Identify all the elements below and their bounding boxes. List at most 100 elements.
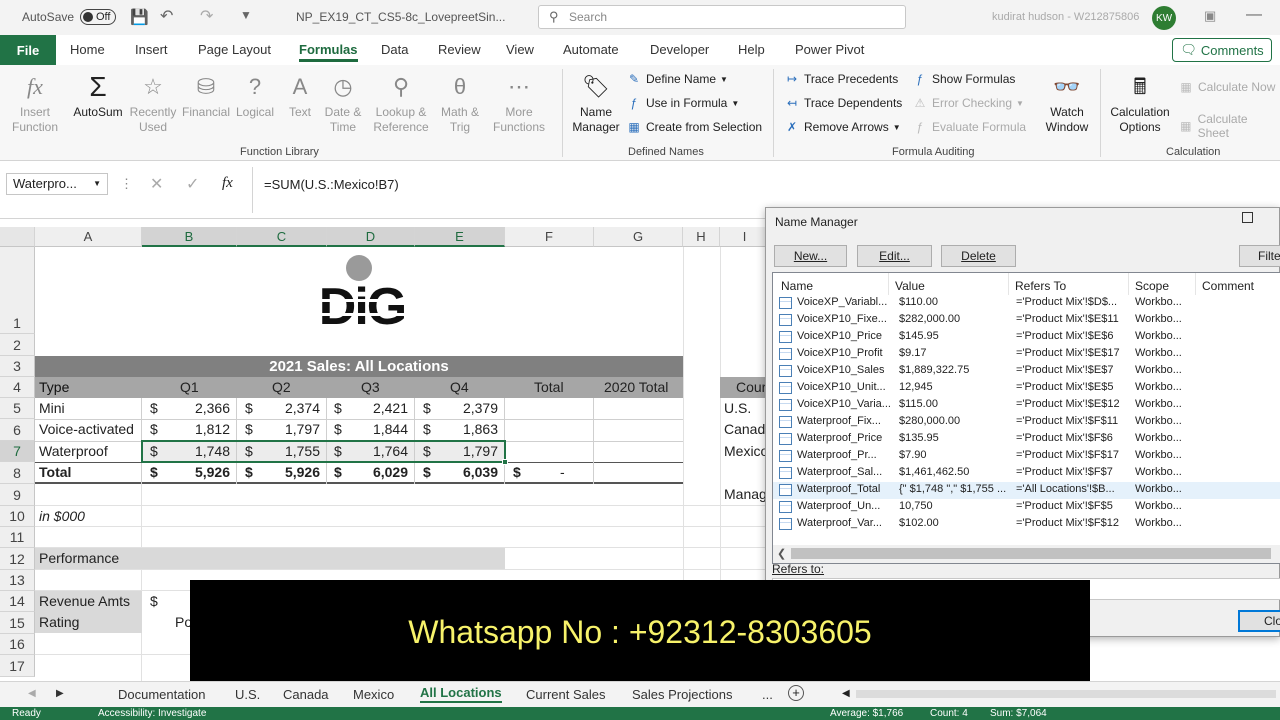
header-2020-total[interactable]: 2020 Total xyxy=(604,377,668,398)
trace-dependents-button[interactable]: ↤ Trace Dependents xyxy=(784,96,902,110)
enter-icon[interactable]: ✓ xyxy=(186,174,199,194)
row-header[interactable]: 15 xyxy=(0,612,35,634)
avatar[interactable]: KW xyxy=(1152,6,1176,30)
comments-button[interactable]: 🗨 Comments xyxy=(1172,38,1272,62)
row-header[interactable]: 12 xyxy=(0,548,35,570)
tab-formulas[interactable]: Formulas xyxy=(299,42,358,62)
sheet-tab-mexico[interactable]: Mexico xyxy=(353,687,394,702)
row-header[interactable]: 7 xyxy=(0,441,35,462)
select-all-corner[interactable] xyxy=(0,227,35,247)
ribbon-display-icon[interactable]: ▣ xyxy=(1204,8,1216,24)
search-input[interactable]: ⚲ Search xyxy=(538,5,906,29)
name-row[interactable]: Waterproof_Pr... $7.90 ='Product Mix'!$F$1… xyxy=(773,448,1280,465)
tab-developer[interactable]: Developer xyxy=(650,42,709,57)
side-cell[interactable]: Manag xyxy=(724,484,767,505)
column-header-b[interactable]: B xyxy=(142,227,237,247)
name-row[interactable]: Waterproof_Sal... $1,461,462.50 ='Product … xyxy=(773,465,1280,482)
tab-page-layout[interactable]: Page Layout xyxy=(198,42,271,57)
name-row[interactable]: VoiceXP10_Price $145.95 ='Product Mix'!$E$… xyxy=(773,329,1280,346)
row-header[interactable]: 2 xyxy=(0,334,35,356)
create-from-selection-button[interactable]: ▦ Create from Selection xyxy=(626,120,762,134)
customize-qat-icon[interactable]: ▼ xyxy=(240,8,252,22)
side-cell[interactable]: Canad xyxy=(724,419,765,440)
sheet-tab-us[interactable]: U.S. xyxy=(235,687,260,702)
show-formulas-button[interactable]: ƒ Show Formulas xyxy=(912,72,1016,86)
sheet-tab-all-locations[interactable]: All Locations xyxy=(420,685,502,703)
horizontal-scrollbar[interactable]: ❮ xyxy=(773,545,1280,563)
row-header[interactable]: 3 xyxy=(0,356,35,377)
insert-function-button[interactable]: fx Insert Function xyxy=(10,71,60,135)
row-header[interactable]: 13 xyxy=(0,570,35,591)
header-q1[interactable]: Q1 xyxy=(180,377,199,398)
define-name-button[interactable]: ✎ Define Name ▼ xyxy=(626,72,728,86)
column-header-c[interactable]: C xyxy=(237,227,327,247)
accessibility-status[interactable]: Accessibility: Investigate xyxy=(98,708,206,719)
total-cell[interactable]: 5,926 xyxy=(160,462,230,483)
undo-icon[interactable]: ↶ xyxy=(160,6,173,26)
name-box[interactable]: Waterpro... ▼ xyxy=(6,173,108,195)
financial-button[interactable]: ⛁ Financial xyxy=(180,71,232,120)
row-header[interactable]: 11 xyxy=(0,527,35,548)
row-header[interactable]: 5 xyxy=(0,398,35,419)
name-row[interactable]: VoiceXP10_Unit... 12,945 ='Product Mix'!$E… xyxy=(773,380,1280,397)
header-q3[interactable]: Q3 xyxy=(361,377,380,398)
fill-handle[interactable] xyxy=(502,459,508,465)
col-comment[interactable]: Comment xyxy=(1202,279,1254,293)
watch-window-button[interactable]: 👓 Watch Window xyxy=(1040,71,1094,135)
units-note[interactable]: in $000 xyxy=(39,506,85,527)
column-header-g[interactable]: G xyxy=(594,227,683,247)
value-cell[interactable]: 2,366 xyxy=(160,398,230,419)
use-in-formula-button[interactable]: ƒ Use in Formula ▼ xyxy=(626,96,740,110)
more-sheets-button[interactable]: ... xyxy=(762,687,773,702)
revenue-amts-label[interactable]: Revenue Amts xyxy=(39,591,130,612)
value-cell[interactable]: 1,755 xyxy=(254,441,320,462)
type-cell[interactable]: Waterproof xyxy=(39,441,108,462)
column-header-d[interactable]: D xyxy=(327,227,415,247)
name-box-dropdown-icon[interactable]: ▼ xyxy=(93,179,101,188)
minimize-icon[interactable]: — xyxy=(1246,6,1262,24)
tab-power-pivot[interactable]: Power Pivot xyxy=(795,42,864,57)
rating-label[interactable]: Rating xyxy=(39,612,79,633)
total-label[interactable]: Total xyxy=(39,462,71,483)
redo-icon[interactable]: ↷ xyxy=(200,6,213,26)
row-header[interactable]: 4 xyxy=(0,377,35,398)
row-header[interactable]: 14 xyxy=(0,591,35,612)
scroll-tabs-left-icon[interactable]: ◀ xyxy=(28,688,36,699)
total-cell[interactable]: 5,926 xyxy=(254,462,320,483)
column-header-e[interactable]: E xyxy=(415,227,505,247)
type-cell[interactable]: Voice-activated xyxy=(39,419,134,440)
value-cell[interactable]: 1,764 xyxy=(344,441,408,462)
column-header-a[interactable]: A xyxy=(35,227,142,247)
new-button[interactable]: New... xyxy=(774,245,847,267)
row-header[interactable]: 17 xyxy=(0,655,35,677)
header-q4[interactable]: Q4 xyxy=(450,377,469,398)
name-manager-button[interactable]: 🏷 Name Manager xyxy=(568,71,624,135)
name-row[interactable]: VoiceXP10_Sales $1,889,322.75 ='Product Mi… xyxy=(773,363,1280,380)
add-sheet-icon[interactable]: + xyxy=(788,685,804,701)
side-cell[interactable]: Mexico xyxy=(724,441,768,462)
value-cell[interactable]: 1,863 xyxy=(432,419,498,440)
filter-button[interactable]: Filte xyxy=(1239,245,1280,267)
date-time-button[interactable]: ◷ Date & Time xyxy=(320,71,366,135)
delete-button[interactable]: Delete xyxy=(941,245,1016,267)
calculate-sheet-button[interactable]: ▦ Calculate Sheet xyxy=(1178,112,1280,140)
name-row[interactable]: VoiceXP10_Fixe... $282,000.00 ='Product Mi… xyxy=(773,312,1280,329)
column-header-h[interactable]: H xyxy=(683,227,720,247)
tab-data[interactable]: Data xyxy=(381,42,408,57)
sheet-tab-documentation[interactable]: Documentation xyxy=(118,687,205,702)
name-row[interactable]: Waterproof_Fix... $280,000.00 ='Product Mi… xyxy=(773,414,1280,431)
row-header[interactable]: 8 xyxy=(0,462,35,484)
hscroll-left-icon[interactable]: ◀ xyxy=(842,688,850,699)
row-header[interactable]: 16 xyxy=(0,634,35,655)
tab-review[interactable]: Review xyxy=(438,42,481,57)
value-cell[interactable]: 2,421 xyxy=(344,398,408,419)
error-checking-button[interactable]: ⚠ Error Checking ▼ xyxy=(912,96,1024,110)
row-header[interactable]: 9 xyxy=(0,484,35,506)
side-cell[interactable]: Cour xyxy=(736,377,766,398)
col-value[interactable]: Value xyxy=(895,279,925,293)
total-cell[interactable]: 6,029 xyxy=(344,462,408,483)
math-trig-button[interactable]: θ Math & Trig xyxy=(436,71,484,135)
sheet-tab-canada[interactable]: Canada xyxy=(283,687,329,702)
tab-automate[interactable]: Automate xyxy=(563,42,619,57)
formula-input[interactable]: =SUM(U.S.:Mexico!B7) xyxy=(264,177,399,192)
